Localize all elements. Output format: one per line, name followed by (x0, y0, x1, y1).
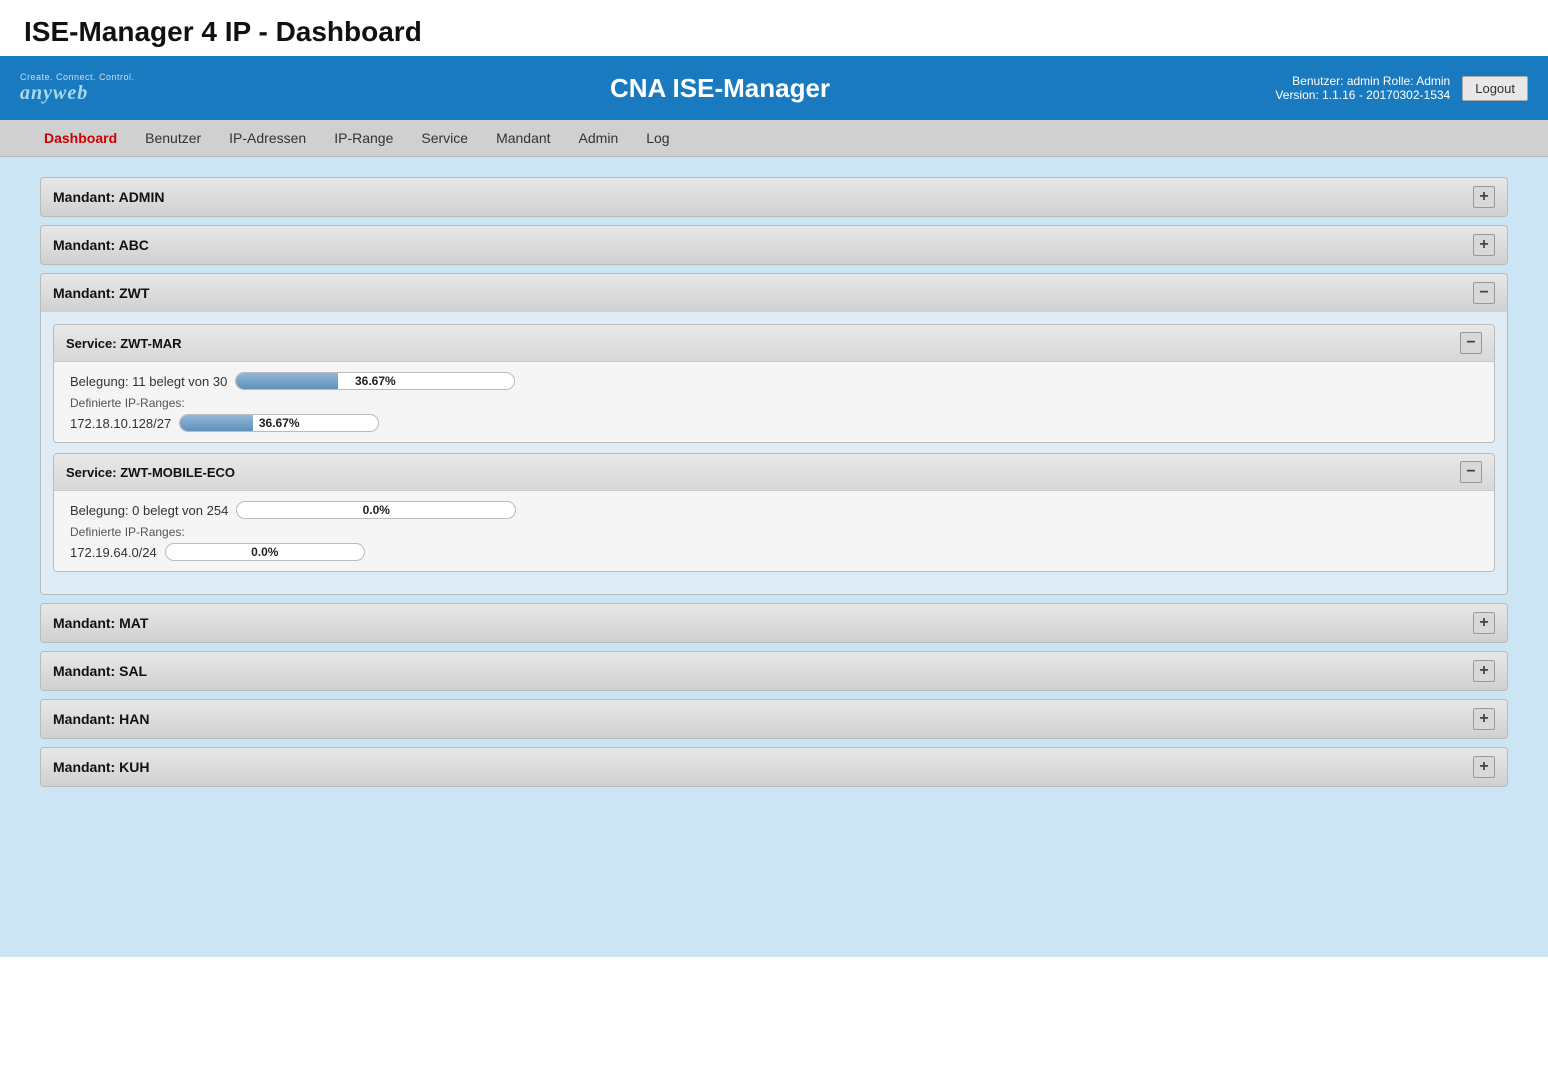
user-info: Benutzer: admin Rolle: Admin (1292, 74, 1450, 88)
mandant-label-ABC: Mandant: ABC (53, 237, 149, 253)
logo: Create. Connect. Control. anyweb (20, 72, 135, 105)
mandant-toggle-MAT[interactable]: + (1473, 612, 1495, 634)
nav-item-benutzer[interactable]: Benutzer (141, 128, 205, 148)
nav-item-admin[interactable]: Admin (575, 128, 623, 148)
nav-item-ip-range[interactable]: IP-Range (330, 128, 397, 148)
mandant-toggle-KUH[interactable]: + (1473, 756, 1495, 778)
ip-range-pct-ZWT-MAR-0: 36.67% (180, 416, 378, 430)
navbar: Dashboard Benutzer IP-Adressen IP-Range Serv… (0, 120, 1548, 157)
service-block-ZWT-MOBILE-ECO: Service: ZWT-MOBILE-ECO − Belegung: 0 be… (53, 453, 1495, 572)
ip-range-row-0: 172.18.10.128/27 36.67% (70, 414, 1478, 432)
service-label-ZWT-MOBILE-ECO: Service: ZWT-MOBILE-ECO (66, 465, 235, 480)
mandant-row-ZWT[interactable]: Mandant: ZWT − (40, 273, 1508, 312)
mandant-row-ADMIN[interactable]: Mandant: ADMIN + (40, 177, 1508, 217)
header-right: Benutzer: admin Rolle: Admin Version: 1.… (1275, 74, 1450, 102)
nav-item-mandant[interactable]: Mandant (492, 128, 554, 148)
mandant-row-ABC[interactable]: Mandant: ABC + (40, 225, 1508, 265)
nav-item-log[interactable]: Log (642, 128, 673, 148)
mandant-label-HAN: Mandant: HAN (53, 711, 149, 727)
service-body-ZWT-MAR: Belegung: 11 belegt von 30 36.67% Defini… (54, 362, 1494, 442)
page-title: ISE-Manager 4 IP - Dashboard (0, 0, 1548, 56)
service-toggle-ZWT-MAR[interactable]: − (1460, 332, 1482, 354)
ip-range-bar-ZWT-MAR-0: 36.67% (179, 414, 379, 432)
logout-button[interactable]: Logout (1462, 76, 1528, 101)
ip-range-pct-ZWT-MOBILE-ECO-0: 0.0% (166, 545, 364, 559)
version-info: Version: 1.1.16 - 20170302-1534 (1275, 88, 1450, 102)
service-toggle-ZWT-MOBILE-ECO[interactable]: − (1460, 461, 1482, 483)
ip-range-text-ZWT-MOBILE-ECO-0: 172.19.64.0/24 (70, 545, 157, 560)
mandant-row-HAN[interactable]: Mandant: HAN + (40, 699, 1508, 739)
app-title: CNA ISE-Manager (165, 73, 1276, 104)
ip-range-bar-ZWT-MOBILE-ECO-0: 0.0% (165, 543, 365, 561)
mandant-toggle-ZWT[interactable]: − (1473, 282, 1495, 304)
service-header-ZWT-MOBILE-ECO[interactable]: Service: ZWT-MOBILE-ECO − (54, 454, 1494, 491)
belegung-text-ZWT-MAR: Belegung: 11 belegt von 30 (70, 374, 227, 389)
mandant-label-MAT: Mandant: MAT (53, 615, 148, 631)
main-content: Mandant: ADMIN + Mandant: ABC + Mandant:… (0, 157, 1548, 957)
belegung-pct-ZWT-MOBILE-ECO: 0.0% (237, 503, 515, 517)
service-header-ZWT-MAR[interactable]: Service: ZWT-MAR − (54, 325, 1494, 362)
belegung-text-ZWT-MOBILE-ECO: Belegung: 0 belegt von 254 (70, 503, 228, 518)
belegung-bar-ZWT-MAR: 36.67% (235, 372, 515, 390)
ip-range-text-ZWT-MAR-0: 172.18.10.128/27 (70, 416, 171, 431)
service-label-ZWT-MAR: Service: ZWT-MAR (66, 336, 182, 351)
mandant-row-SAL[interactable]: Mandant: SAL + (40, 651, 1508, 691)
service-block-ZWT-MAR: Service: ZWT-MAR − Belegung: 11 belegt v… (53, 324, 1495, 443)
mandant-toggle-HAN[interactable]: + (1473, 708, 1495, 730)
mandant-row-MAT[interactable]: Mandant: MAT + (40, 603, 1508, 643)
logo-name: anyweb (20, 82, 135, 105)
mandant-toggle-ADMIN[interactable]: + (1473, 186, 1495, 208)
nav-item-dashboard[interactable]: Dashboard (40, 128, 121, 148)
mandant-toggle-ABC[interactable]: + (1473, 234, 1495, 256)
mandant-expanded-ZWT: Service: ZWT-MAR − Belegung: 11 belegt v… (40, 312, 1508, 595)
logo-tagline: Create. Connect. Control. (20, 72, 135, 82)
belegung-row-ZWT-MAR: Belegung: 11 belegt von 30 36.67% (70, 372, 1478, 390)
header: Create. Connect. Control. anyweb CNA ISE… (0, 56, 1548, 120)
ip-range-row-0: 172.19.64.0/24 0.0% (70, 543, 1478, 561)
belegung-row-ZWT-MOBILE-ECO: Belegung: 0 belegt von 254 0.0% (70, 501, 1478, 519)
mandant-label-SAL: Mandant: SAL (53, 663, 147, 679)
nav-item-service[interactable]: Service (417, 128, 472, 148)
ip-ranges-label-ZWT-MOBILE-ECO: Definierte IP-Ranges: (70, 525, 1478, 539)
ip-ranges-label-ZWT-MAR: Definierte IP-Ranges: (70, 396, 1478, 410)
belegung-pct-ZWT-MAR: 36.67% (236, 374, 514, 388)
mandant-label-KUH: Mandant: KUH (53, 759, 149, 775)
service-body-ZWT-MOBILE-ECO: Belegung: 0 belegt von 254 0.0% Definier… (54, 491, 1494, 571)
belegung-bar-ZWT-MOBILE-ECO: 0.0% (236, 501, 516, 519)
mandant-label: Mandant: ZWT (53, 285, 149, 301)
mandant-label-ADMIN: Mandant: ADMIN (53, 189, 164, 205)
mandant-toggle-SAL[interactable]: + (1473, 660, 1495, 682)
mandant-row-KUH[interactable]: Mandant: KUH + (40, 747, 1508, 787)
nav-item-ip-adressen[interactable]: IP-Adressen (225, 128, 310, 148)
